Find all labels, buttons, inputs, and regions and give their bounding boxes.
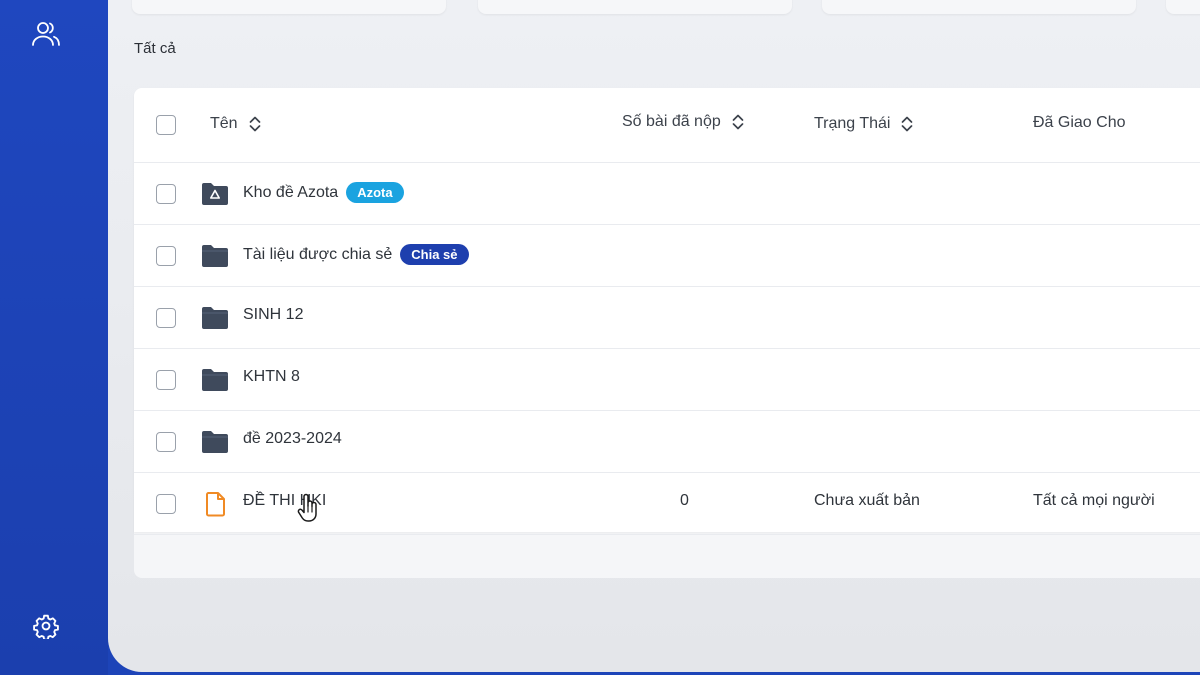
table-header: Tên Số bài đã nộp Trạng Thái Đã Giao Cho bbox=[134, 88, 1200, 163]
submitted-count: 0 bbox=[680, 492, 689, 509]
sort-icon bbox=[249, 116, 260, 132]
row-checkbox[interactable] bbox=[156, 246, 176, 266]
row-name[interactable]: Kho đề Azota Azota bbox=[243, 182, 404, 203]
document-icon bbox=[206, 492, 225, 517]
folder-icon bbox=[202, 431, 228, 453]
azota-badge: Azota bbox=[346, 182, 404, 203]
settings-gear-icon[interactable] bbox=[30, 610, 62, 642]
row-name-text: SINH 12 bbox=[243, 306, 304, 323]
row-name-text: đề 2023-2024 bbox=[243, 430, 342, 447]
row-name-text: Kho đề Azota bbox=[243, 183, 339, 201]
table-row[interactable]: Kho đề Azota Azota bbox=[134, 163, 1200, 225]
table-row[interactable]: ĐỀ THI HKI 0 Chưa xuất bản Tất cả mọi ng… bbox=[134, 473, 1200, 535]
sidebar bbox=[0, 0, 108, 675]
sort-icon bbox=[732, 114, 744, 130]
folder-icon bbox=[202, 369, 228, 391]
section-title: Tất cả bbox=[134, 40, 176, 57]
table-body: Tên Số bài đã nộp Trạng Thái Đã Giao Cho bbox=[134, 88, 1200, 535]
summary-card[interactable] bbox=[1166, 0, 1200, 14]
column-header-label: Đã Giao Cho bbox=[1033, 114, 1126, 131]
summary-card[interactable] bbox=[822, 0, 1136, 14]
sort-icon bbox=[902, 116, 913, 132]
row-name[interactable]: đề 2023-2024 bbox=[243, 430, 342, 448]
column-header-label: Số bài đã nộp bbox=[622, 113, 721, 130]
assigned-to-text: Tất cả mọi người bbox=[1033, 492, 1155, 509]
summary-card[interactable] bbox=[478, 0, 792, 14]
column-header-status[interactable]: Trạng Thái bbox=[814, 114, 914, 134]
table-row[interactable]: KHTN 8 bbox=[134, 349, 1200, 411]
shared-badge: Chia sẻ bbox=[400, 244, 469, 265]
row-checkbox[interactable] bbox=[156, 494, 176, 514]
hand-cursor-icon bbox=[297, 493, 317, 522]
column-header-name[interactable]: Tên bbox=[210, 114, 262, 134]
column-header-assigned[interactable]: Đã Giao Cho bbox=[1033, 114, 1126, 132]
row-checkbox[interactable] bbox=[156, 432, 176, 452]
select-all-checkbox[interactable] bbox=[156, 115, 176, 135]
file-table: Tên Số bài đã nộp Trạng Thái Đã Giao Cho bbox=[134, 88, 1200, 578]
row-name[interactable]: SINH 12 bbox=[243, 306, 303, 324]
status-text: Chưa xuất bản bbox=[814, 492, 920, 509]
folder-icon bbox=[202, 307, 228, 329]
table-row[interactable]: SINH 12 bbox=[134, 287, 1200, 349]
table-row[interactable]: đề 2023-2024 bbox=[134, 411, 1200, 473]
column-header-submitted[interactable]: Số bài đã nộp bbox=[622, 112, 745, 132]
row-checkbox[interactable] bbox=[156, 308, 176, 328]
row-checkbox[interactable] bbox=[156, 370, 176, 390]
folder-icon bbox=[202, 245, 228, 267]
column-header-label: Trạng Thái bbox=[814, 115, 891, 132]
column-header-label: Tên bbox=[210, 115, 238, 132]
users-icon[interactable] bbox=[30, 18, 62, 50]
summary-card[interactable] bbox=[132, 0, 446, 14]
row-name[interactable]: KHTN 8 bbox=[243, 368, 300, 386]
row-name[interactable]: Tài liệu được chia sẻ Chia sẻ bbox=[243, 244, 469, 265]
azota-folder-icon bbox=[202, 183, 228, 205]
row-checkbox[interactable] bbox=[156, 184, 176, 204]
table-row[interactable]: Tài liệu được chia sẻ Chia sẻ bbox=[134, 225, 1200, 287]
row-name-text: Tài liệu được chia sẻ bbox=[243, 245, 393, 263]
summary-cards bbox=[132, 0, 1200, 14]
main-content: Tất cả Tên Số bài đã nộp Trạng Thái Đã G… bbox=[108, 0, 1200, 672]
row-name-text: KHTN 8 bbox=[243, 368, 300, 385]
